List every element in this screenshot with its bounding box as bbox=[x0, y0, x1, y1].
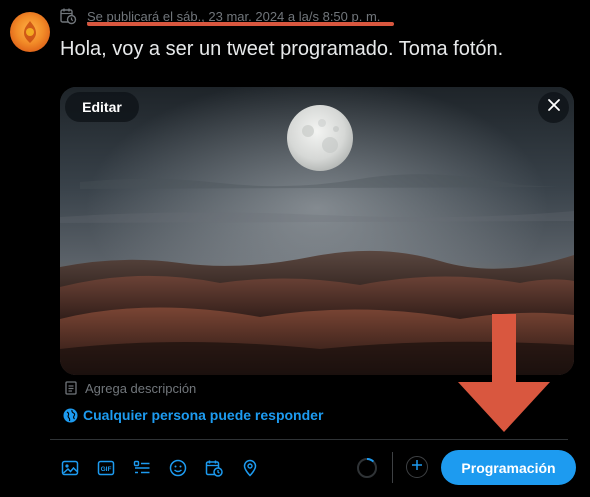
add-post-button[interactable] bbox=[406, 456, 428, 478]
annotation-arrow-down-icon bbox=[458, 314, 554, 439]
gif-icon[interactable]: GIF bbox=[96, 458, 116, 478]
calendar-clock-icon bbox=[59, 7, 77, 25]
avatar[interactable] bbox=[10, 12, 50, 52]
tweet-text[interactable]: Hola, voy a ser un tweet programado. Tom… bbox=[60, 38, 503, 61]
globe-icon bbox=[63, 408, 78, 423]
document-icon bbox=[64, 381, 78, 395]
emoji-icon[interactable] bbox=[168, 458, 188, 478]
reply-setting-label: Cualquier persona puede responder bbox=[83, 407, 324, 423]
compose-toolbar: GIF bbox=[60, 457, 276, 479]
close-icon bbox=[547, 98, 561, 117]
compose-scheduled-post: Se publicará el sáb., 23 mar. 2024 a la/… bbox=[0, 0, 590, 497]
image-icon[interactable] bbox=[60, 458, 80, 478]
remove-image-button[interactable] bbox=[538, 92, 569, 123]
annotation-underline bbox=[87, 22, 394, 26]
edit-image-button[interactable]: Editar bbox=[65, 92, 139, 122]
plus-icon bbox=[411, 458, 423, 476]
add-description-link[interactable]: Agrega descripción bbox=[64, 379, 196, 397]
poll-icon[interactable] bbox=[132, 458, 152, 478]
location-icon[interactable] bbox=[240, 458, 260, 478]
svg-text:GIF: GIF bbox=[101, 466, 112, 473]
character-counter bbox=[356, 457, 378, 479]
add-description-label: Agrega descripción bbox=[85, 380, 197, 396]
toolbar-separator bbox=[392, 452, 393, 483]
reply-setting-button[interactable]: Cualquier persona puede responder bbox=[63, 405, 323, 425]
schedule-submit-button[interactable]: Programación bbox=[441, 450, 576, 485]
schedule-icon[interactable] bbox=[204, 458, 224, 478]
divider bbox=[50, 439, 568, 440]
